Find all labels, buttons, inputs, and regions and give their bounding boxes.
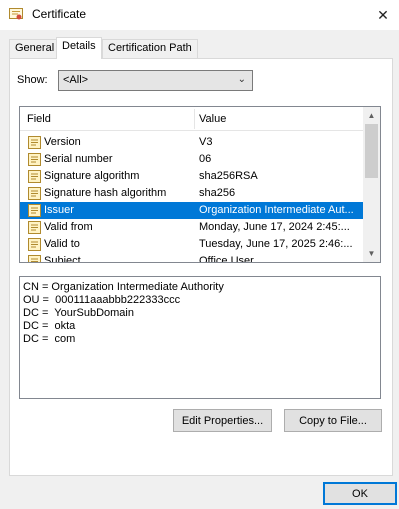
title-bar: Certificate ✕ (0, 0, 399, 30)
show-dropdown-value: <All> (63, 74, 89, 86)
field-detail-textbox[interactable]: CN = Organization Intermediate Authority… (19, 276, 381, 399)
window-title: Certificate (32, 7, 87, 21)
field-name: Subject (44, 255, 81, 263)
field-value: V3 (199, 136, 213, 148)
field-name: Valid to (44, 238, 80, 250)
edit-properties-button[interactable]: Edit Properties... (173, 409, 272, 432)
list-scrollbar[interactable]: ▲ ▼ (363, 107, 380, 262)
list-item[interactable]: Subject Office User (20, 253, 364, 263)
tab-details[interactable]: Details (56, 37, 102, 59)
certificate-field-icon (28, 153, 41, 166)
list-item[interactable]: Valid from Monday, June 17, 2024 2:45:..… (20, 219, 364, 236)
column-divider[interactable] (194, 109, 195, 129)
show-dropdown[interactable]: <All> ⌄ (58, 70, 253, 91)
certificate-field-icon (28, 238, 41, 251)
field-list[interactable]: Field Value Version V3 Serial number 06 … (19, 106, 381, 263)
list-item[interactable]: Version V3 (20, 134, 364, 151)
certificate-field-icon (28, 187, 41, 200)
field-name: Issuer (44, 204, 74, 216)
field-value: Tuesday, June 17, 2025 2:46:... (199, 238, 353, 250)
field-value: Office User (199, 255, 254, 263)
field-value: sha256RSA (199, 170, 258, 182)
list-rows: Version V3 Serial number 06 Signature al… (20, 134, 364, 263)
list-item[interactable]: Serial number 06 (20, 151, 364, 168)
certificate-field-icon (28, 136, 41, 149)
scrollbar-thumb[interactable] (365, 124, 378, 178)
field-name: Signature hash algorithm (44, 187, 167, 199)
scroll-down-arrow-icon[interactable]: ▼ (363, 245, 380, 262)
chevron-down-icon: ⌄ (237, 74, 246, 85)
scroll-up-arrow-icon[interactable]: ▲ (363, 107, 380, 124)
certificate-icon (9, 8, 23, 20)
certificate-field-icon (28, 170, 41, 183)
field-value: Organization Intermediate Aut... (199, 204, 354, 216)
list-item[interactable]: Signature algorithm sha256RSA (20, 168, 364, 185)
list-header: Field Value (20, 107, 364, 131)
list-item-selected[interactable]: Issuer Organization Intermediate Aut... (20, 202, 364, 219)
list-item[interactable]: Signature hash algorithm sha256 (20, 185, 364, 202)
field-name: Valid from (44, 221, 93, 233)
field-name: Version (44, 136, 81, 148)
certificate-field-icon (28, 204, 41, 217)
certificate-field-icon (28, 255, 41, 262)
field-name: Signature algorithm (44, 170, 140, 182)
copy-to-file-button[interactable]: Copy to File... (284, 409, 382, 432)
tab-certification-path[interactable]: Certification Path (102, 39, 198, 58)
list-item[interactable]: Valid to Tuesday, June 17, 2025 2:46:... (20, 236, 364, 253)
field-value: 06 (199, 153, 212, 165)
field-value: sha256 (199, 187, 236, 199)
show-label: Show: (17, 74, 48, 86)
column-header-value[interactable]: Value (199, 113, 226, 125)
close-button[interactable]: ✕ (367, 0, 399, 30)
ok-button[interactable]: OK (323, 482, 397, 505)
certificate-field-icon (28, 221, 41, 234)
field-value: Monday, June 17, 2024 2:45:... (199, 221, 350, 233)
field-name: Serial number (44, 153, 113, 165)
column-header-field[interactable]: Field (27, 113, 51, 125)
tab-general[interactable]: General (9, 39, 61, 58)
